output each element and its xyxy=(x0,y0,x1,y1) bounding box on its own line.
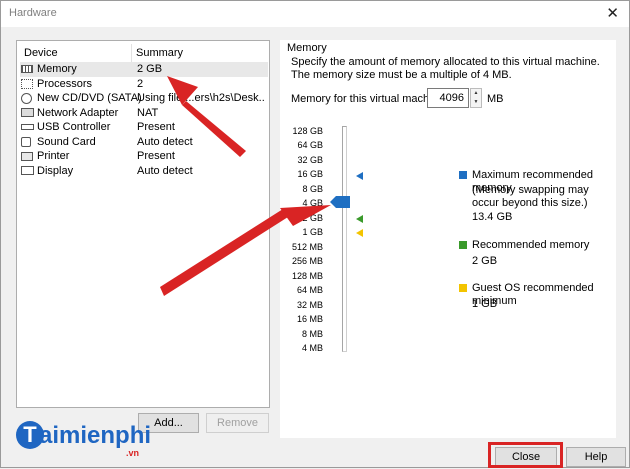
arrow-to-slider-thumb-icon xyxy=(160,205,331,296)
annotation-arrows xyxy=(160,76,331,296)
hardware-dialog: Hardware ✕ Device Summary Memory 2 GB Pr… xyxy=(0,0,630,468)
arrow-to-memory-summary-icon xyxy=(167,76,246,157)
brand-name: aimienphi xyxy=(39,422,152,449)
brand-domain-suffix: .vn xyxy=(126,448,140,458)
watermark-logo: T aimienphi .vn xyxy=(16,419,191,459)
